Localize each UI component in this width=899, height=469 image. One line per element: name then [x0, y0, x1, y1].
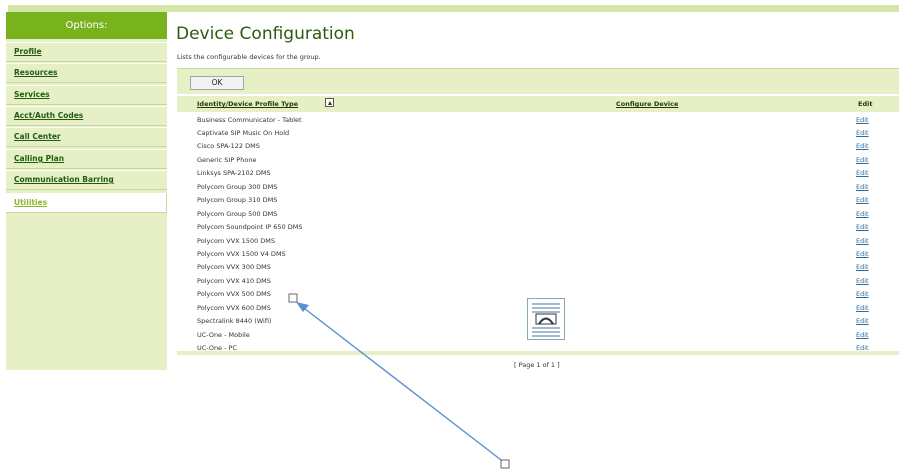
device-type-name: Polycom Soundpoint IP 650 DMS [197, 223, 303, 232]
edit-link[interactable]: Edit [856, 331, 869, 339]
table-row: Business Communicator - Tablet Edit [177, 114, 899, 128]
document-icon [527, 298, 565, 340]
device-type-name: Captivate SIP Music On Hold [197, 128, 290, 137]
edit-link[interactable]: Edit [856, 250, 869, 258]
table-row: Polycom VVX 1500 DMS Edit [177, 235, 899, 249]
table-row: Polycom VVX 300 DMS Edit [177, 261, 899, 275]
table-toolbar: OK [177, 68, 899, 94]
page-subtitle: Lists the configurable devices for the g… [177, 53, 321, 61]
column-header-device-type[interactable]: Identity/Device Profile Type [197, 100, 298, 108]
edit-link[interactable]: Edit [856, 263, 869, 271]
table-row: Captivate SIP Music On Hold Edit [177, 127, 899, 141]
device-type-name: Polycom VVX 410 DMS [197, 276, 271, 285]
device-type-name: Polycom VVX 1500 DMS [197, 236, 276, 245]
sidebar-item-utilities[interactable]: Utilities [6, 193, 167, 213]
sidebar-item-communication-barring[interactable]: Communication Barring [6, 170, 167, 190]
table-row: Generic SIP Phone Edit [177, 154, 899, 168]
table-row: Polycom VVX 1500 V4 DMS Edit [177, 248, 899, 262]
table-row: Cisco SPA-122 DMS Edit [177, 140, 899, 154]
sidebar-item-acct-auth-codes[interactable]: Acct/Auth Codes [6, 106, 167, 126]
sort-ascending-icon[interactable] [325, 98, 334, 107]
edit-link[interactable]: Edit [856, 223, 869, 231]
options-sidebar: Options: Profile Resources Services Acct… [6, 12, 167, 370]
ok-button[interactable]: OK [190, 76, 244, 90]
table-header: Identity/Device Profile Type Configure D… [177, 96, 899, 112]
sidebar-header: Options: [6, 12, 167, 39]
pagination-label: [ Page 1 of 1 ] [514, 361, 560, 369]
edit-link[interactable]: Edit [856, 116, 869, 124]
sidebar-item-call-center[interactable]: Call Center [6, 127, 167, 147]
device-type-name: Linksys SPA-2102 DMS [197, 169, 271, 178]
device-type-name: Polycom Group 300 DMS [197, 182, 278, 191]
table-row: Polycom Group 310 DMS Edit [177, 194, 899, 208]
edit-link[interactable]: Edit [856, 290, 869, 298]
device-type-name: Polycom VVX 500 DMS [197, 290, 271, 299]
edit-link[interactable]: Edit [856, 304, 869, 312]
column-header-edit: Edit [858, 100, 873, 108]
table-row: Polycom Group 500 DMS Edit [177, 208, 899, 222]
sidebar-item-services[interactable]: Services [6, 85, 167, 105]
device-type-name: Polycom VVX 1500 V4 DMS [197, 250, 286, 258]
table-row: Polycom Soundpoint IP 650 DMS Edit [177, 221, 899, 235]
device-type-name: UC-One - Mobile [197, 330, 250, 339]
arrow-tail-handle [500, 459, 510, 469]
edit-link[interactable]: Edit [856, 142, 869, 150]
device-type-name: Polycom VVX 300 DMS [197, 263, 271, 272]
edit-link[interactable]: Edit [856, 196, 869, 204]
edit-link[interactable]: Edit [856, 210, 869, 218]
device-type-name: Generic SIP Phone [197, 155, 257, 164]
column-header-configure-device[interactable]: Configure Device [616, 100, 678, 108]
edit-link[interactable]: Edit [856, 317, 869, 325]
table-footer-bar [177, 351, 899, 355]
device-type-name: Polycom Group 500 DMS [197, 209, 278, 218]
device-type-name: Polycom Group 310 DMS [197, 196, 278, 205]
edit-link[interactable]: Edit [856, 277, 869, 285]
sidebar-item-profile[interactable]: Profile [6, 42, 167, 62]
table-row: Linksys SPA-2102 DMS Edit [177, 167, 899, 181]
device-type-name: Spectralink 8440 (Wifi) [197, 317, 272, 326]
device-type-name: Business Communicator - Tablet [197, 115, 302, 124]
table-row: Polycom VVX 410 DMS Edit [177, 275, 899, 289]
device-type-name: Polycom VVX 600 DMS [197, 303, 271, 312]
edit-link[interactable]: Edit [856, 237, 869, 245]
top-accent-bar [8, 5, 899, 12]
edit-link[interactable]: Edit [856, 183, 869, 191]
device-type-name: Cisco SPA-122 DMS [197, 142, 260, 151]
sidebar-item-resources[interactable]: Resources [6, 63, 167, 83]
edit-link[interactable]: Edit [856, 129, 869, 137]
page-title: Device Configuration [176, 24, 355, 44]
edit-link[interactable]: Edit [856, 156, 869, 164]
sidebar-item-calling-plan[interactable]: Calling Plan [6, 149, 167, 169]
table-row: Polycom Group 300 DMS Edit [177, 181, 899, 195]
edit-link[interactable]: Edit [856, 169, 869, 177]
